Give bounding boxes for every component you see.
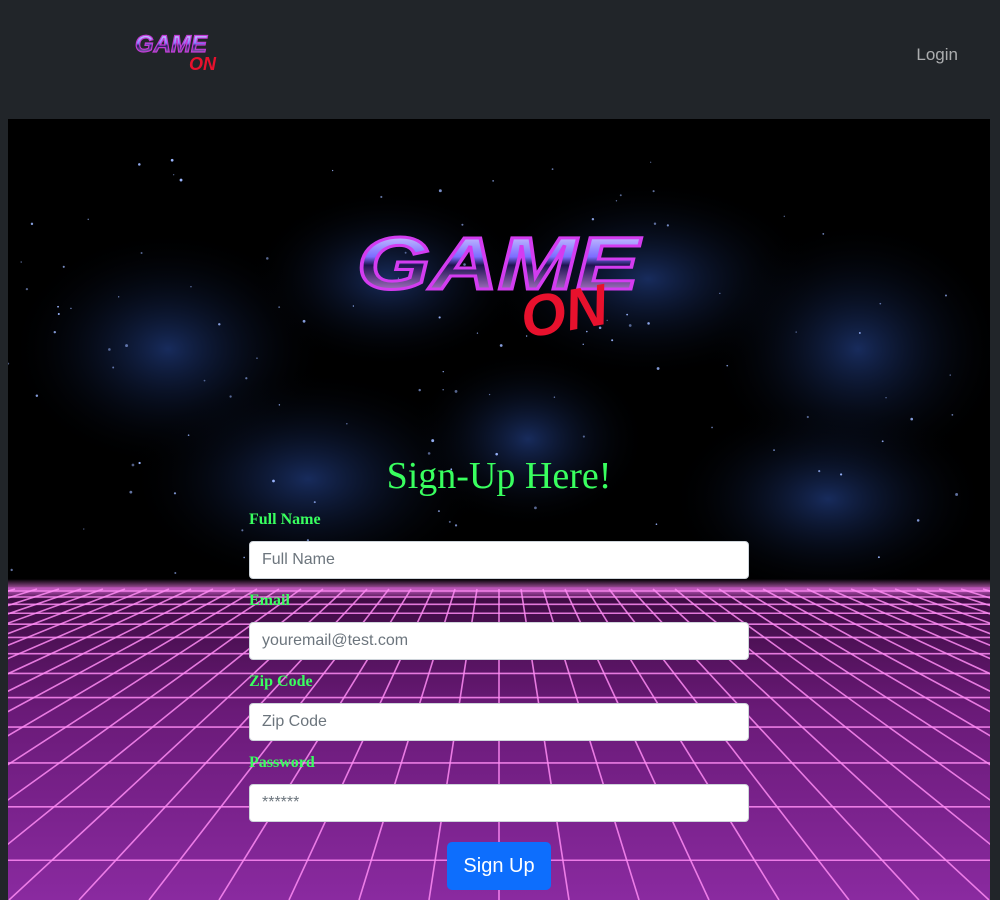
star xyxy=(245,377,248,380)
star xyxy=(442,389,444,391)
star xyxy=(313,501,316,504)
star xyxy=(266,257,269,260)
star xyxy=(70,307,72,310)
star xyxy=(112,366,115,369)
logo-text-on: ON xyxy=(189,54,217,74)
star xyxy=(140,252,143,255)
login-link[interactable]: Login xyxy=(916,45,958,65)
star xyxy=(20,261,22,263)
top-navbar: GAME ON Login xyxy=(0,0,1000,110)
star xyxy=(488,393,491,396)
star xyxy=(582,435,585,438)
star xyxy=(190,286,192,288)
star xyxy=(256,357,258,359)
star xyxy=(773,449,775,451)
star xyxy=(187,434,190,436)
star xyxy=(418,388,421,392)
star xyxy=(174,571,177,574)
star xyxy=(10,568,13,572)
star xyxy=(117,296,120,298)
star xyxy=(822,233,825,235)
star xyxy=(278,306,281,309)
star xyxy=(125,344,129,348)
star xyxy=(656,367,660,370)
star xyxy=(278,404,281,406)
star xyxy=(916,519,920,522)
password-input[interactable] xyxy=(249,784,749,822)
star xyxy=(806,415,809,419)
star xyxy=(783,215,786,218)
star xyxy=(711,426,713,429)
hero-logo-text-on: ON xyxy=(516,272,614,351)
star xyxy=(726,364,729,367)
star xyxy=(910,417,914,421)
star xyxy=(949,374,951,376)
zip-code-label: Zip Code xyxy=(249,673,313,690)
star xyxy=(138,163,141,166)
star xyxy=(666,224,669,227)
full-name-label: Full Name xyxy=(249,511,321,528)
email-label: Email xyxy=(249,592,290,609)
star xyxy=(795,331,797,333)
signup-title: Sign-Up Here! xyxy=(386,455,612,497)
zip-code-input[interactable] xyxy=(249,703,749,741)
star xyxy=(650,161,652,163)
star xyxy=(57,312,60,316)
signup-hero: GAME ON Sign-Up Here! Full Name Email Zi… xyxy=(8,119,990,900)
star xyxy=(241,529,244,532)
star xyxy=(302,319,306,323)
star xyxy=(881,440,884,443)
star xyxy=(108,348,111,351)
star xyxy=(551,168,554,171)
game-on-logo[interactable]: GAME ON xyxy=(133,26,229,74)
star xyxy=(380,195,383,199)
star xyxy=(331,169,334,172)
star xyxy=(35,394,39,398)
star xyxy=(170,158,174,162)
star xyxy=(243,556,245,559)
star xyxy=(719,292,721,295)
star xyxy=(229,395,232,398)
star xyxy=(53,330,57,334)
star xyxy=(218,323,221,326)
star xyxy=(492,180,494,182)
star xyxy=(877,556,880,559)
star xyxy=(346,423,348,425)
star xyxy=(62,265,65,268)
star xyxy=(615,200,618,202)
star xyxy=(944,294,947,297)
star xyxy=(653,222,657,225)
star xyxy=(57,305,59,308)
star xyxy=(87,218,89,221)
signup-form: Full Name Email Zip Code Password xyxy=(249,510,749,834)
star xyxy=(534,506,537,510)
star xyxy=(438,189,442,193)
star xyxy=(431,439,435,443)
password-label: Password xyxy=(249,754,315,771)
game-on-hero-logo: GAME ON xyxy=(356,221,644,352)
email-input[interactable] xyxy=(249,622,749,660)
full-name-input[interactable] xyxy=(249,541,749,579)
star xyxy=(885,397,887,399)
signup-button[interactable]: Sign Up xyxy=(447,842,551,890)
star xyxy=(553,396,556,398)
star xyxy=(30,222,34,226)
star xyxy=(879,302,882,305)
star xyxy=(172,174,175,176)
star xyxy=(179,178,183,182)
star xyxy=(619,194,622,197)
star xyxy=(203,379,206,382)
star xyxy=(858,332,861,334)
star xyxy=(652,190,655,193)
star xyxy=(647,322,650,325)
star xyxy=(454,389,458,393)
star xyxy=(951,413,954,416)
star xyxy=(83,528,85,530)
star xyxy=(442,371,444,373)
star xyxy=(25,287,29,291)
